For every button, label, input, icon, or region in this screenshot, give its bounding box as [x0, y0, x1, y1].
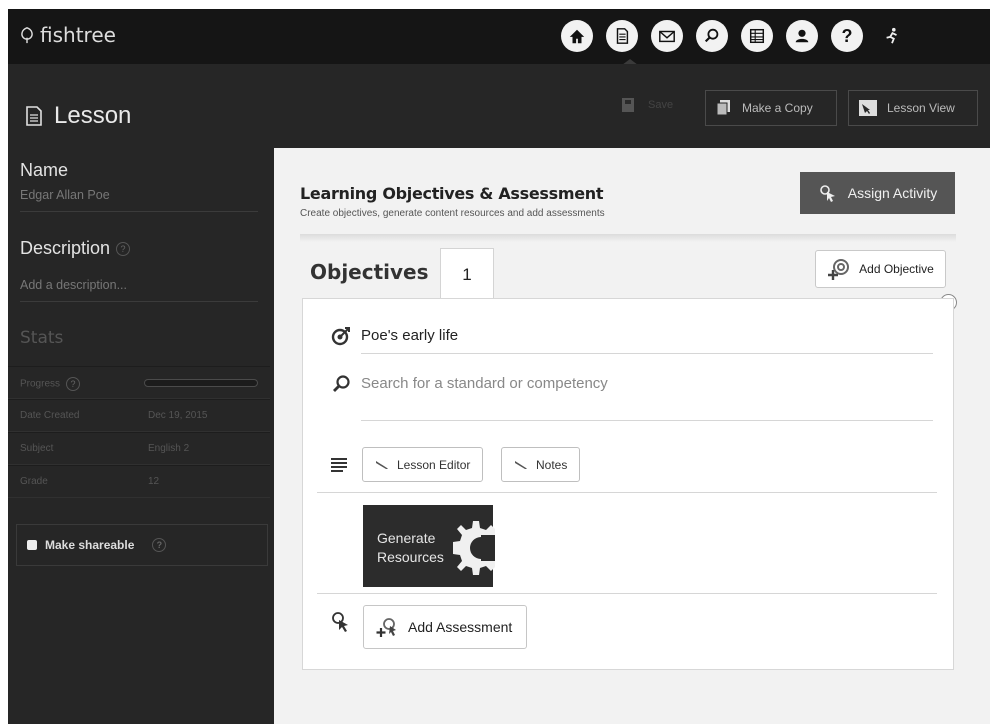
lesson-doc-icon	[26, 106, 42, 126]
stat-value: Dec 19, 2015	[148, 410, 208, 421]
progress-bar	[144, 379, 258, 387]
stat-key: Grade	[20, 476, 48, 487]
save-button[interactable]: Save	[622, 98, 673, 112]
description-input[interactable]: Add a description...	[20, 278, 127, 292]
stat-value: 12	[148, 476, 160, 487]
name-input[interactable]: Edgar Allan Poe	[20, 188, 110, 202]
nav-search-icon[interactable]	[696, 20, 728, 52]
lesson-editor-label: Lesson Editor	[397, 457, 471, 472]
description-divider	[20, 301, 258, 302]
assign-activity-button[interactable]: Assign Activity	[800, 172, 955, 214]
stat-key-text: Progress	[20, 378, 61, 390]
copy-icon	[716, 100, 730, 116]
description-label-text: Description	[20, 238, 111, 258]
make-copy-button[interactable]: Make a Copy	[705, 90, 837, 126]
stat-row-grade: Grade 12	[8, 465, 270, 498]
objectives-label: Objectives	[310, 260, 429, 284]
pencil-icon	[515, 460, 527, 469]
add-objective-label: Add Objective	[859, 262, 934, 276]
add-assessment-button[interactable]: Add Assessment	[363, 605, 527, 649]
search-underline	[361, 420, 933, 421]
nav-messages-icon[interactable]	[651, 20, 683, 52]
objective-title-input[interactable]: Poe's early life	[361, 327, 458, 344]
brand-name: fishtree	[40, 23, 116, 47]
standard-search-input[interactable]: Search for a standard or competency	[361, 375, 608, 392]
learning-objectives-panel: Learning Objectives & Assessment Create …	[274, 148, 990, 724]
stat-key: Progress?	[20, 377, 81, 391]
nav-activity-icon[interactable]	[876, 20, 908, 52]
help-glyph: ?	[841, 25, 853, 46]
stat-row-subject: Subject English 2	[8, 432, 270, 465]
nav-profile-icon[interactable]	[786, 20, 818, 52]
add-assessment-label: Add Assessment	[408, 619, 513, 635]
progress-help-icon[interactable]: ?	[66, 377, 81, 391]
objective-underline	[361, 353, 933, 354]
stat-row-progress: Progress?	[8, 366, 270, 399]
text-lines-icon	[331, 458, 347, 472]
pencil-icon	[376, 460, 388, 469]
lesson-view-icon	[859, 100, 877, 116]
panel-subtitle: Create objectives, generate content reso…	[300, 208, 605, 219]
editor-divider	[317, 492, 937, 493]
generate-label-line2: Resources	[377, 549, 444, 565]
assign-cursor-icon	[819, 185, 835, 202]
stat-value: English 2	[148, 443, 190, 454]
page-title: Lesson	[26, 102, 131, 130]
target-icon	[331, 327, 350, 346]
panel-divider	[300, 234, 956, 242]
make-copy-label: Make a Copy	[742, 101, 813, 115]
stat-key: Date Created	[20, 410, 80, 421]
name-label: Name	[20, 160, 69, 180]
shareable-help-icon[interactable]: ?	[152, 538, 167, 552]
generate-resources-label: Generate Resources	[377, 529, 444, 567]
stat-key: Subject	[20, 443, 54, 454]
resources-divider	[317, 593, 937, 594]
make-shareable-label: Make shareable	[45, 538, 135, 552]
assessment-cursor-icon	[332, 612, 348, 632]
description-label: Description?	[20, 238, 131, 259]
notes-button[interactable]: Notes	[501, 447, 581, 482]
lesson-view-button[interactable]: Lesson View	[848, 90, 978, 126]
brand-logo[interactable]: fishtree	[18, 23, 116, 47]
search-icon	[333, 375, 350, 392]
lesson-view-label: Lesson View	[887, 101, 955, 115]
gear-icon	[453, 521, 495, 575]
add-objective-icon	[828, 259, 850, 280]
notes-label: Notes	[536, 457, 568, 472]
generate-label-line1: Generate	[377, 530, 436, 546]
name-divider	[20, 211, 258, 212]
generate-resources-tile[interactable]: Generate Resources	[363, 505, 495, 587]
add-assessment-icon	[376, 618, 396, 637]
stats-title: Stats	[20, 328, 64, 348]
save-icon	[622, 98, 634, 112]
stat-row-date-created: Date Created Dec 19, 2015	[8, 399, 270, 432]
description-help-icon[interactable]: ?	[116, 242, 131, 257]
nav-help-icon[interactable]: ?	[831, 20, 863, 52]
page-title-text: Lesson	[54, 102, 132, 129]
lesson-editor-button[interactable]: Lesson Editor	[362, 447, 484, 482]
fishtree-leaf-icon	[21, 27, 33, 44]
objective-tab-1[interactable]: 1	[440, 248, 494, 300]
make-shareable-checkbox[interactable]: Make shareable ?	[16, 524, 268, 566]
assign-activity-label: Assign Activity	[847, 185, 938, 201]
save-label: Save	[648, 99, 674, 111]
objective-card: Poe's early life Search for a standard o…	[302, 298, 954, 670]
panel-title: Learning Objectives & Assessment	[300, 184, 604, 203]
nav-lesson-icon[interactable]	[606, 20, 638, 52]
nav-home-icon[interactable]	[561, 20, 593, 52]
checkbox-box[interactable]	[27, 540, 37, 550]
nav-table-icon[interactable]	[741, 20, 773, 52]
top-nav-bar: fishtree ?	[8, 9, 990, 65]
add-objective-button[interactable]: Add Objective	[815, 250, 946, 288]
